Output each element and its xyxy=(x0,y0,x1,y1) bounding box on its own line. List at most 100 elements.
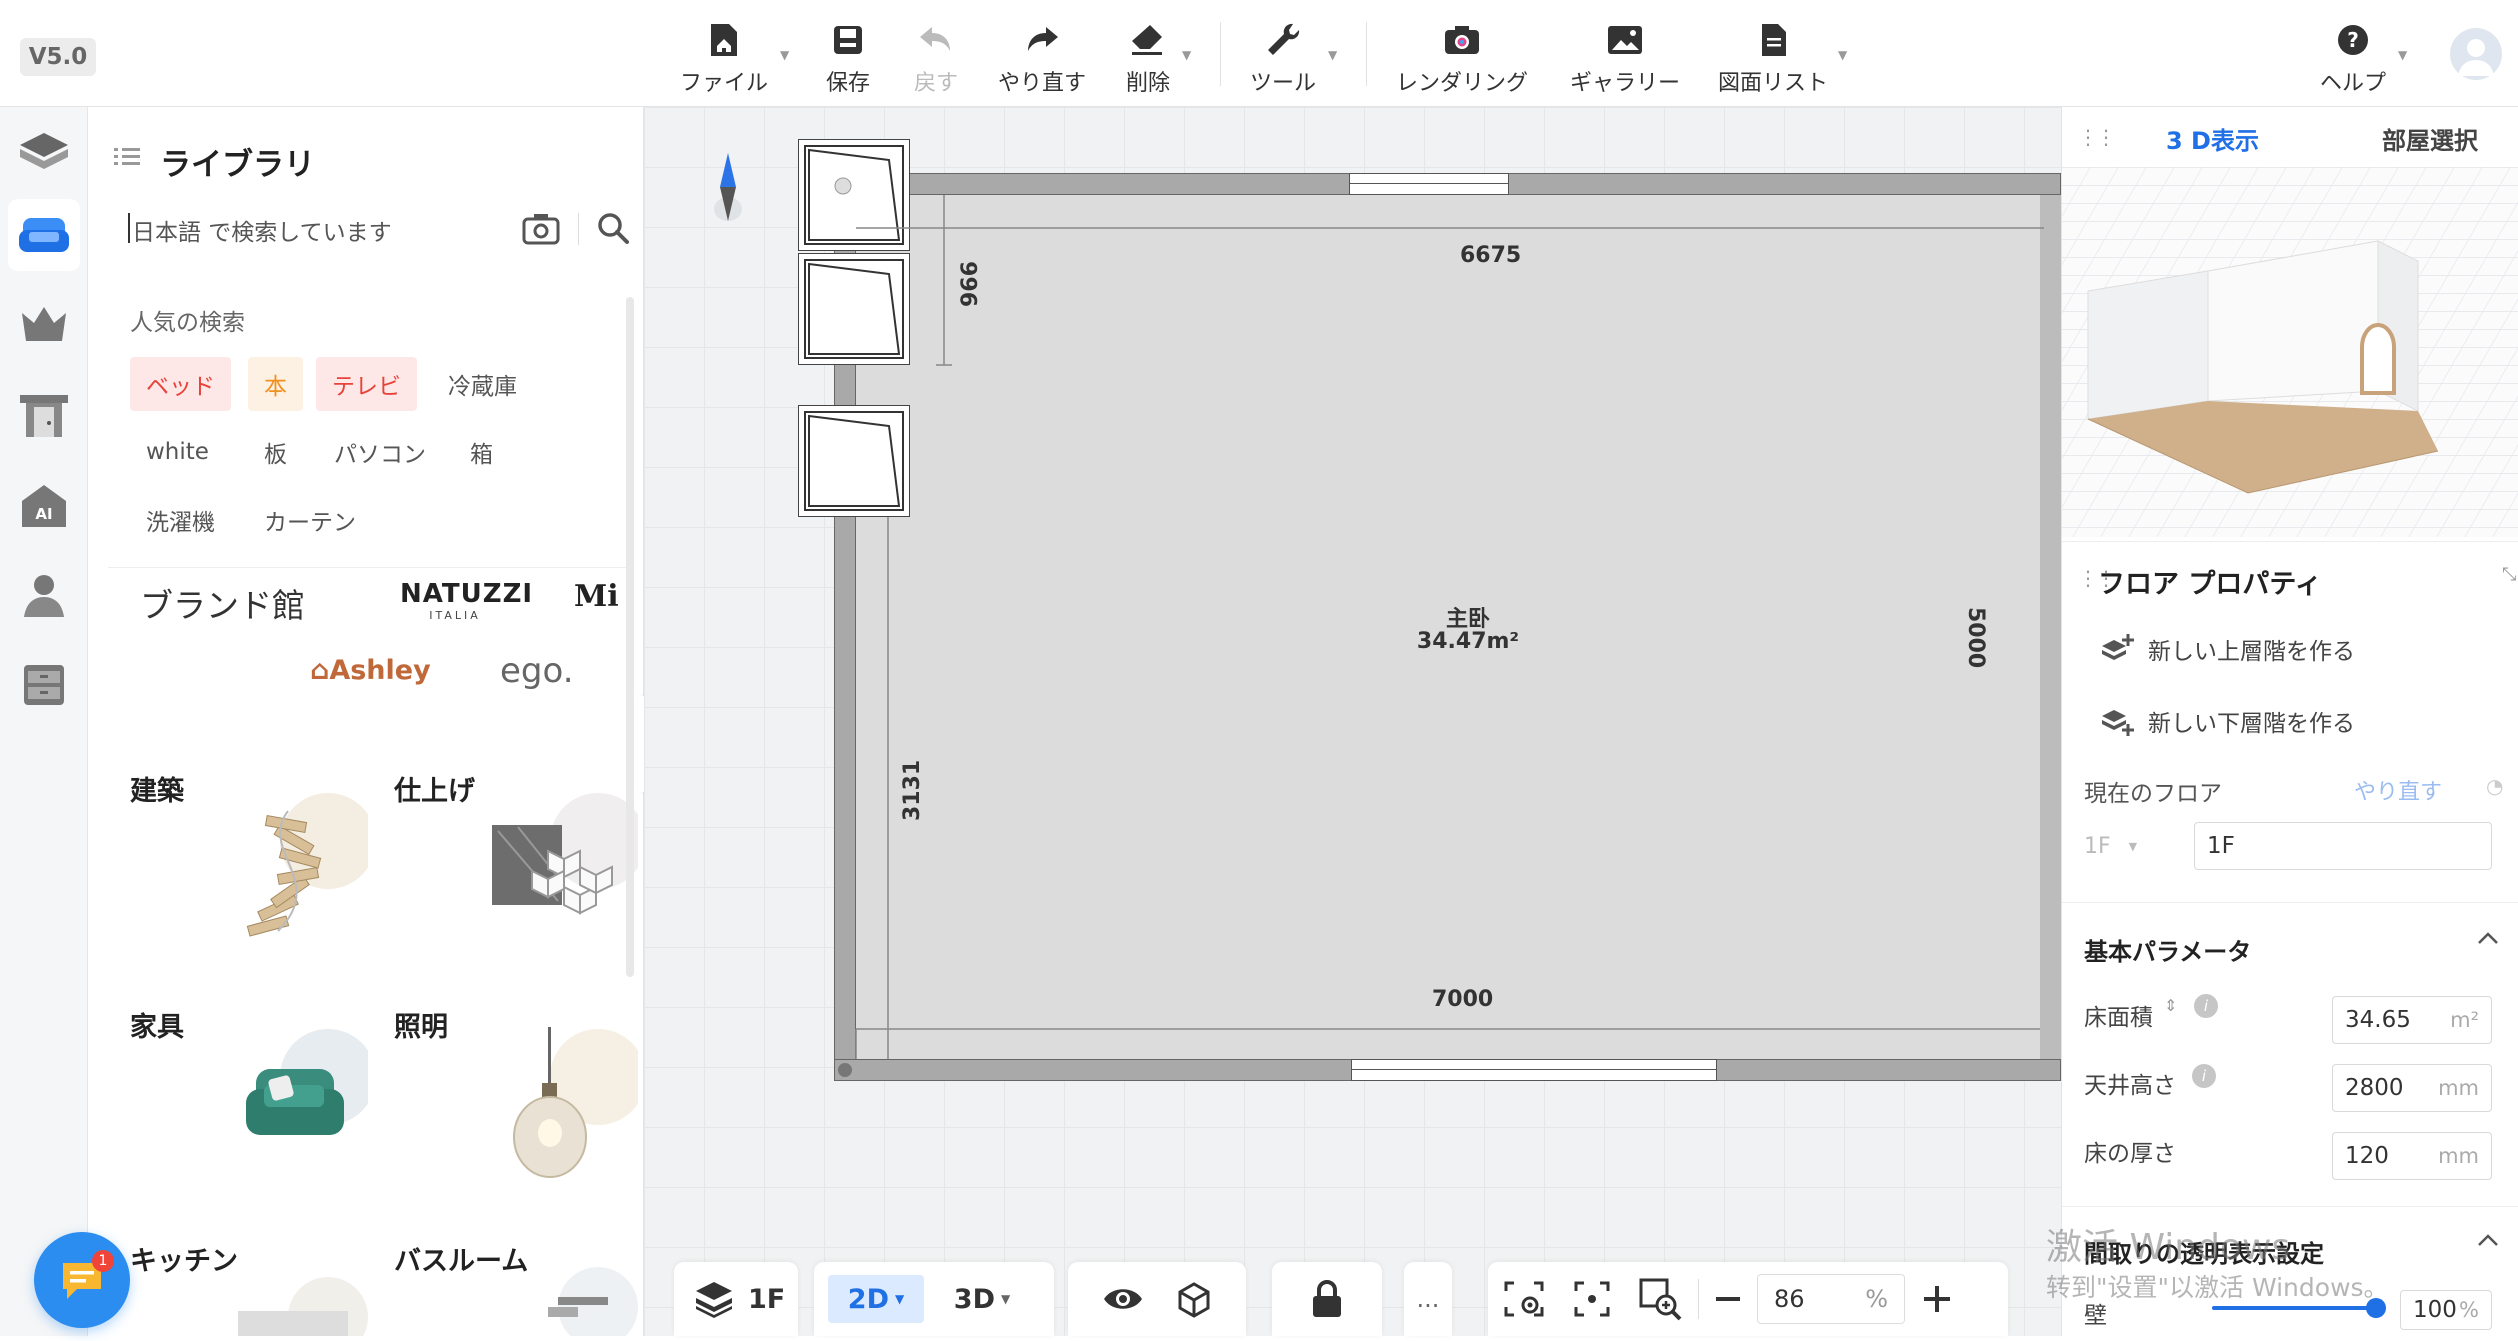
popular-tag[interactable]: カーテン xyxy=(248,493,372,547)
lock-button[interactable] xyxy=(1272,1262,1382,1336)
category-furniture-label[interactable]: 家具 xyxy=(130,1005,184,1044)
tools-caret-icon[interactable]: ▼ xyxy=(1328,48,1337,62)
rail-floorplan-button[interactable] xyxy=(8,117,80,189)
dimension-left-label[interactable]: 3131 xyxy=(900,760,925,821)
staircase-thumbnail[interactable] xyxy=(218,791,368,951)
wall-opacity-slider[interactable] xyxy=(2212,1306,2376,1310)
3d-box-icon[interactable] xyxy=(1174,1280,1212,1318)
view-3d-button[interactable]: 3D ▼ xyxy=(934,1275,1030,1323)
brand-logo-ashley[interactable]: ⌂Ashley xyxy=(310,655,431,686)
zoom-out-icon[interactable] xyxy=(1713,1284,1743,1314)
drag-handle-icon[interactable]: ⋮⋮ xyxy=(2078,125,2116,149)
rail-account-button[interactable] xyxy=(8,559,80,631)
category-kitchen-label[interactable]: キッチン xyxy=(130,1239,238,1278)
list-menu-icon[interactable] xyxy=(114,145,140,169)
current-floor-label: 現在のフロア xyxy=(2084,781,2222,807)
camera-search-icon[interactable] xyxy=(522,211,560,245)
kitchen-thumbnail[interactable] xyxy=(218,1277,368,1336)
search-icon[interactable] xyxy=(596,211,630,245)
brand-logo-natuzzi[interactable]: NATUZZI ITALIA xyxy=(400,579,532,622)
gallery-button[interactable]: ギャラリー xyxy=(1570,18,1680,98)
info-icon[interactable]: i xyxy=(2192,1064,2216,1088)
dimension-bottom-label[interactable]: 7000 xyxy=(1432,987,1493,1012)
wall-opacity-input[interactable]: 100% xyxy=(2400,1290,2492,1330)
popular-tag[interactable]: 本 xyxy=(248,357,303,411)
chevron-up-icon[interactable] xyxy=(2476,930,2500,946)
rail-cabinet-button[interactable] xyxy=(8,649,80,721)
rail-doors-button[interactable] xyxy=(8,379,80,451)
tab-room-select[interactable]: 部屋選択 xyxy=(2382,121,2478,156)
user-avatar[interactable] xyxy=(2450,28,2502,80)
popular-tag[interactable]: 箱 xyxy=(454,425,509,479)
popular-tag[interactable]: white xyxy=(130,425,225,479)
add-lower-floor-button[interactable]: 新しい下層階を作る xyxy=(2100,704,2355,738)
info-icon[interactable]: i xyxy=(2194,994,2218,1018)
search-input[interactable]: 日本語 で検索しています xyxy=(132,213,392,247)
zoom-in-icon[interactable] xyxy=(1921,1283,1953,1315)
rail-premium-button[interactable] xyxy=(8,289,80,361)
room-area-label[interactable]: 34.47m² xyxy=(1388,629,1548,654)
more-options-button[interactable]: ... xyxy=(1404,1262,1452,1336)
chat-support-button[interactable]: 1 xyxy=(34,1232,130,1328)
popular-tag[interactable]: パソコン xyxy=(318,425,442,479)
help-menu-button[interactable]: ? ヘルプ xyxy=(2320,18,2386,98)
delete-caret-icon[interactable]: ▼ xyxy=(1182,48,1191,62)
help-caret-icon[interactable]: ▼ xyxy=(2398,48,2407,62)
popular-tag[interactable]: テレビ xyxy=(316,357,417,411)
fit-settings-icon[interactable] xyxy=(1502,1279,1546,1319)
ceiling-height-input[interactable]: 2800 mm xyxy=(2332,1064,2492,1112)
sofa-thumbnail[interactable] xyxy=(218,1027,368,1187)
undo-button[interactable]: 戻す xyxy=(914,18,958,98)
tools-menu-button[interactable]: ツール xyxy=(1250,18,1316,98)
view-2d-button[interactable]: 2D ▼ xyxy=(828,1275,924,1323)
floor-select[interactable]: 1F ▼ xyxy=(2084,822,2174,870)
faucet-thumbnail[interactable] xyxy=(488,1267,638,1336)
category-lighting-label[interactable]: 照明 xyxy=(394,1005,448,1044)
rail-ai-button[interactable]: AI xyxy=(8,469,80,541)
eye-icon[interactable] xyxy=(1102,1284,1144,1314)
drawing-list-button[interactable]: 図面リスト xyxy=(1718,18,1828,98)
redo-button[interactable]: やり直す xyxy=(998,18,1086,98)
floor-area-input[interactable]: 34.65 m² xyxy=(2332,996,2492,1044)
pendant-lamp-thumbnail[interactable] xyxy=(488,1027,638,1187)
popular-tag[interactable]: 洗濯機 xyxy=(130,493,231,547)
add-layer-icon xyxy=(2102,710,2134,736)
zoom-input[interactable]: 86 % xyxy=(1757,1274,1905,1324)
redo-link[interactable]: やり直す xyxy=(2354,774,2442,806)
tile-thumbnail[interactable] xyxy=(488,791,638,951)
tab-3d-view[interactable]: 3 D表示 xyxy=(2166,121,2259,156)
clock-icon[interactable]: ◔ xyxy=(2486,774,2503,798)
dimension-door-label[interactable]: 966 xyxy=(958,261,983,307)
brand-logo-partial[interactable]: Mi xyxy=(574,579,619,614)
library-scrollbar[interactable] xyxy=(626,297,634,977)
rendering-button[interactable]: レンダリング xyxy=(1396,18,1528,98)
add-upper-floor-button[interactable]: 新しい上層階を作る xyxy=(2100,632,2355,666)
popular-tag[interactable]: 冷蔵庫 xyxy=(432,357,533,411)
chevron-up-icon[interactable] xyxy=(2476,1232,2500,1248)
popular-tag[interactable]: ベッド xyxy=(130,357,231,411)
file-menu-button[interactable]: ファイル xyxy=(680,18,768,98)
dimension-top-label[interactable]: 6675 xyxy=(1460,243,1521,268)
focus-icon[interactable] xyxy=(1572,1279,1612,1319)
delete-button[interactable]: 削除 xyxy=(1126,18,1170,98)
floor-name-input[interactable]: 1F xyxy=(2194,822,2492,870)
zoom-to-fit-icon[interactable] xyxy=(1638,1277,1682,1321)
popular-tag[interactable]: 板 xyxy=(248,425,303,479)
text-cursor xyxy=(128,213,130,243)
drawing-list-caret-icon[interactable]: ▼ xyxy=(1838,48,1847,62)
expand-icon[interactable]: ⤡ xyxy=(2502,564,2516,585)
chevron-down-icon: ▼ xyxy=(2128,839,2138,853)
category-architecture-label[interactable]: 建築 xyxy=(130,769,184,808)
rail-library-button[interactable] xyxy=(8,199,80,271)
dimension-right-label[interactable]: 5000 xyxy=(1963,607,1988,668)
brand-logo-ego[interactable]: ego. xyxy=(500,651,574,691)
floor-thickness-input[interactable]: 120 mm xyxy=(2332,1132,2492,1180)
floor-switcher[interactable]: 1F xyxy=(674,1262,798,1336)
save-button[interactable]: 保存 xyxy=(826,18,870,98)
sort-icon[interactable]: ⇕ xyxy=(2164,996,2177,1015)
3d-preview[interactable] xyxy=(2062,167,2518,537)
file-caret-icon[interactable]: ▼ xyxy=(780,48,789,62)
category-finishes-label[interactable]: 仕上げ xyxy=(394,769,475,808)
floor-thickness-label: 床の厚さ xyxy=(2084,1141,2176,1167)
floorplan-canvas[interactable]: 6675 966 5000 3131 7000 主卧 34.47m² xyxy=(644,107,2061,1336)
